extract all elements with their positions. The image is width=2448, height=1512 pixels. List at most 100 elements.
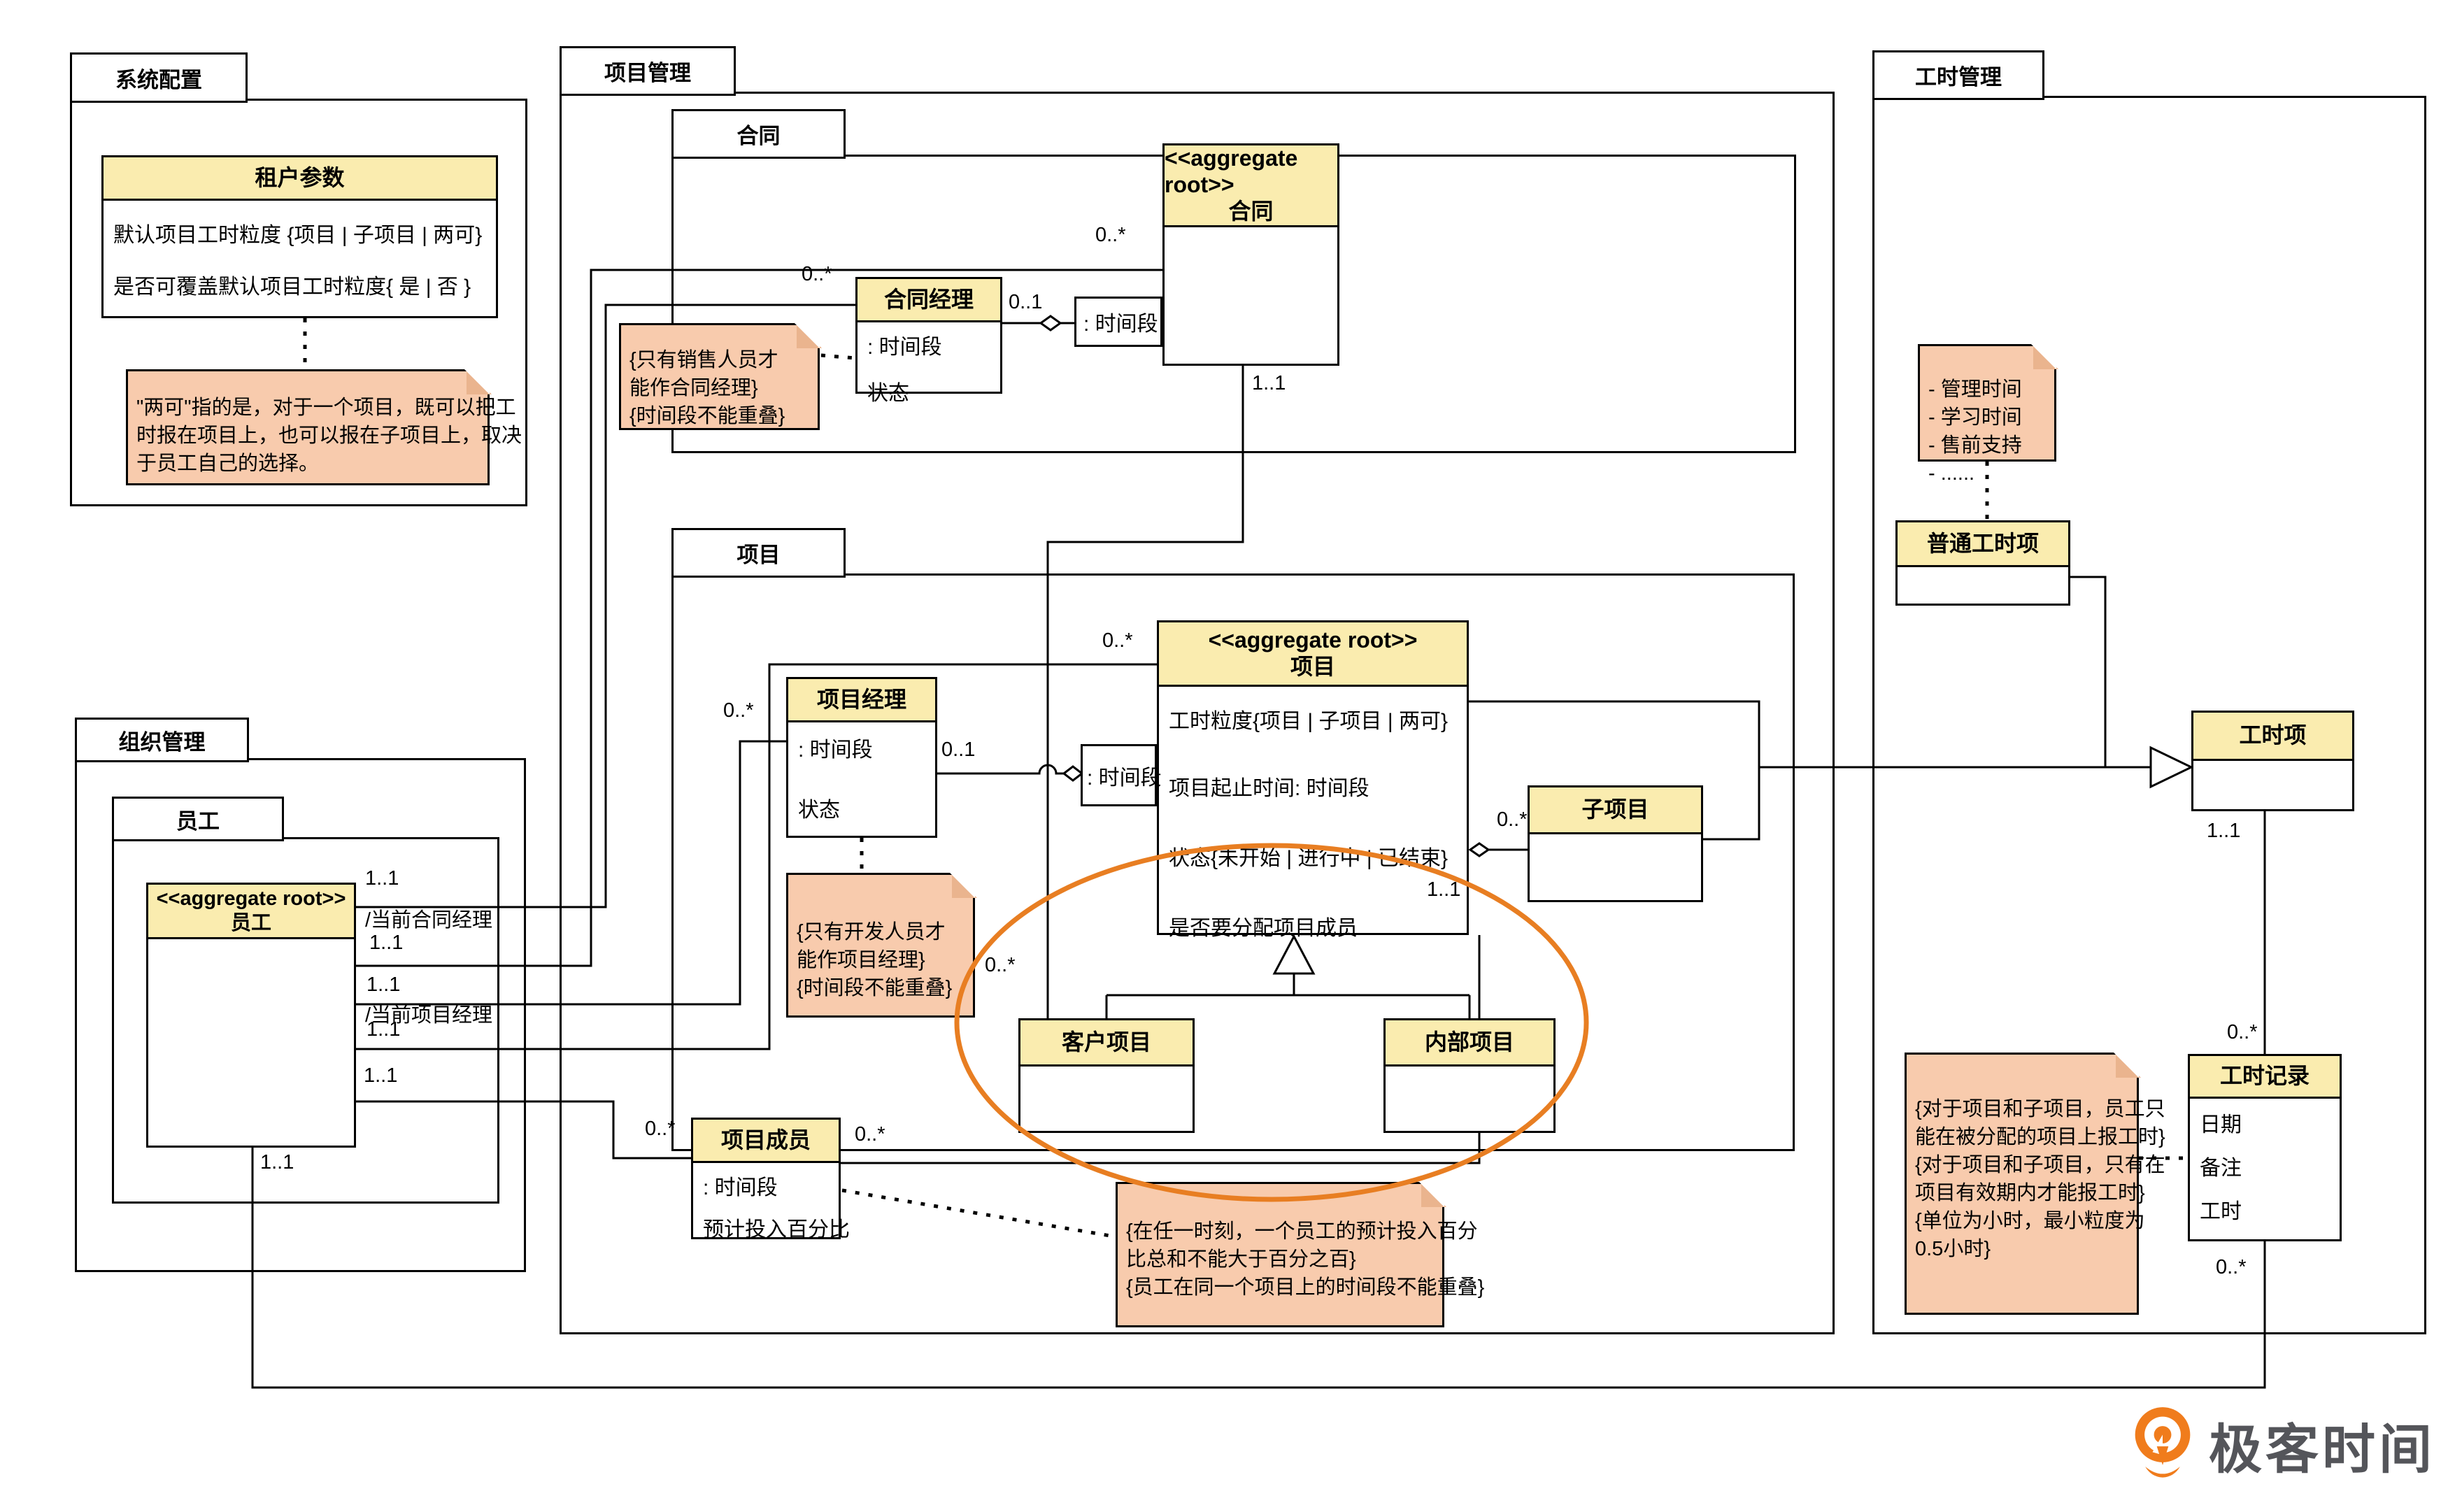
- note-line: {对于项目和子项目，员工只: [1915, 1095, 2128, 1123]
- note-line: 0.5小时}: [1915, 1235, 2128, 1263]
- package-tab-time-mgmt: 工时管理: [1872, 50, 2044, 100]
- note-line: {只有销售人员才: [629, 346, 809, 374]
- note-line: 时报在项目上，也可以报在子项目上，取决: [136, 422, 479, 450]
- class-title: 客户项目: [1062, 1029, 1151, 1056]
- multiplicity-label: 0..*: [2216, 1256, 2247, 1279]
- class-title: 工时项: [2239, 722, 2306, 749]
- note-contract-manager-rule: {只有销售人员才 能作合同经理} {时间段不能重叠}: [619, 323, 820, 430]
- class-attribute: 默认项目工时粒度 {项目 | 子项目 | 两可}: [113, 217, 486, 248]
- multiplicity-label: 0..*: [802, 263, 832, 286]
- class-header: <<aggregate root>> 员工: [148, 885, 354, 939]
- class-project-root: <<aggregate root>> 项目 工时粒度{项目 | 子项目 | 两可…: [1157, 620, 1469, 935]
- class-attribute: 工时粒度{项目 | 子项目 | 两可}: [1169, 704, 1457, 734]
- class-header: 项目成员: [693, 1120, 839, 1163]
- note-fold: [950, 873, 975, 898]
- class-header: 租户参数: [104, 157, 496, 201]
- note-line: {在任一时刻，一个员工的预计投入百分: [1126, 1218, 1434, 1246]
- class-time-record: 工时记录 日期 备注 工时: [2188, 1054, 2342, 1241]
- association-class-timespan-contract: : 时间段: [1074, 297, 1162, 347]
- note-fold: [464, 369, 490, 394]
- class-title: 子项目: [1581, 797, 1649, 823]
- geektime-logo: 极客时间: [2126, 1404, 2435, 1485]
- multiplicity-label: 0..*: [855, 1123, 885, 1146]
- multiplicity-label: 1..1: [367, 973, 400, 997]
- multiplicity-label: 0..*: [1095, 224, 1126, 247]
- class-header: 工时记录: [2190, 1056, 2340, 1099]
- class-attribute: 是否要分配项目成员: [1169, 911, 1457, 941]
- multiplicity-label: 0..*: [985, 954, 1016, 977]
- multiplicity-label: 0..1: [941, 739, 975, 762]
- package-tab-org-mgmt: 组织管理: [75, 718, 249, 762]
- class-header: 客户项目: [1020, 1020, 1193, 1067]
- multiplicity-label: 0..1: [1009, 291, 1042, 314]
- note-liangke-explain: "两可"指的是，对于一个项目，既可以把工 时报在项目上，也可以报在子项目上，取决…: [126, 369, 490, 485]
- multiplicity-label: 1..1: [2207, 820, 2240, 843]
- class-attribute: : 时间段: [798, 732, 925, 763]
- multiplicity-label: 1..1: [364, 1064, 397, 1087]
- note-fold: [2031, 344, 2056, 369]
- class-title: 内部项目: [1425, 1029, 1514, 1056]
- multiplicity-label: 0..*: [1102, 629, 1133, 652]
- note-fold: [795, 323, 820, 348]
- class-header: 内部项目: [1386, 1020, 1553, 1067]
- geektime-logo-text: 极客时间: [2209, 1406, 2435, 1483]
- note-line: {时间段不能重叠}: [629, 402, 809, 430]
- class-employee-root: <<aggregate root>> 员工: [146, 883, 356, 1148]
- class-title: 普通工时项: [1927, 531, 2039, 557]
- class-attribute: 状态: [867, 376, 990, 406]
- note-normal-item-examples: - 管理时间 - 学习时间 - 售前支持 - ......: [1918, 344, 2056, 462]
- class-title: : 时间段: [1087, 760, 1162, 791]
- class-stereotype: <<aggregate root>>: [157, 887, 346, 911]
- class-title: 项目: [1290, 654, 1335, 680]
- multiplicity-label: 1..1: [367, 1018, 400, 1041]
- note-fold: [1419, 1182, 1444, 1207]
- ddd-domain-diagram: 系统配置 项目管理 工时管理 组织管理 合同 项目 员工: [0, 0, 2448, 1512]
- class-attribute: 预计投入百分比: [703, 1212, 829, 1243]
- package-title: 组织管理: [119, 725, 206, 756]
- class-attribute: 工时: [2200, 1194, 2330, 1225]
- class-title: 合同: [1228, 199, 1273, 225]
- class-attribute: : 时间段: [867, 329, 990, 360]
- package-title: 系统配置: [115, 62, 202, 94]
- class-attribute: 是否可覆盖默认项目工时粒度{ 是 | 否 }: [113, 269, 486, 300]
- class-subproject: 子项目: [1528, 785, 1703, 902]
- class-project-manager: 项目经理 : 时间段 状态: [786, 677, 937, 838]
- package-title: 工时管理: [1915, 59, 2002, 91]
- class-header: 普通工时项: [1898, 522, 2068, 567]
- class-header: 项目经理: [788, 679, 935, 722]
- class-header: 子项目: [1530, 787, 1701, 834]
- note-record-rules: {对于项目和子项目，员工只 能在被分配的项目上报工时} {对于项目和子项目，只有…: [1905, 1053, 2139, 1315]
- note-line: 能在被分配的项目上报工时}: [1915, 1123, 2128, 1151]
- geektime-logo-icon: [2126, 1404, 2199, 1485]
- class-title: 合同经理: [884, 287, 974, 313]
- class-attribute: 状态{未开始 | 进行中 | 已结束}: [1169, 841, 1457, 871]
- class-header: <<aggregate root>> 项目: [1159, 622, 1467, 687]
- note-line: - 售前支持: [1928, 432, 2046, 459]
- note-line: 项目有效期内才能报工时}: [1915, 1179, 2128, 1207]
- class-attribute: 状态: [798, 792, 925, 823]
- note-member-percentage-rule: {在任一时刻，一个员工的预计投入百分 比总和不能大于百分之百} {员工在同一个项…: [1116, 1182, 1444, 1327]
- class-stereotype: <<aggregate root>>: [1165, 145, 1337, 199]
- note-line: - 学习时间: [1928, 404, 2046, 432]
- note-line: - 管理时间: [1928, 376, 2046, 404]
- class-attribute: 日期: [2200, 1107, 2330, 1138]
- note-line: - ......: [1928, 459, 2046, 487]
- class-attribute: : 时间段: [703, 1170, 829, 1201]
- note-line: 能作项目经理}: [797, 946, 965, 974]
- class-title: 租户参数: [255, 165, 344, 192]
- package-title: 员工: [176, 804, 220, 835]
- class-attribute: 备注: [2200, 1150, 2330, 1181]
- class-contract-manager: 合同经理 : 时间段 状态: [855, 277, 1002, 394]
- class-header: <<aggregate root>> 合同: [1165, 145, 1337, 227]
- note-project-manager-rule: {只有开发人员才 能作项目经理} {时间段不能重叠}: [786, 873, 975, 1018]
- package-tab-project: 项目: [671, 528, 846, 578]
- class-stereotype: <<aggregate root>>: [1209, 627, 1418, 654]
- class-project-member: 项目成员 : 时间段 预计投入百分比: [691, 1118, 841, 1239]
- class-normal-time-item: 普通工时项: [1895, 520, 2070, 606]
- package-tab-system-config: 系统配置: [70, 52, 248, 103]
- package-tab-contract: 合同: [671, 109, 846, 159]
- class-title: 工时记录: [2220, 1063, 2310, 1090]
- note-line: {只有开发人员才: [797, 918, 965, 946]
- class-header: 合同经理: [857, 279, 1000, 322]
- note-line: 能作合同经理}: [629, 374, 809, 402]
